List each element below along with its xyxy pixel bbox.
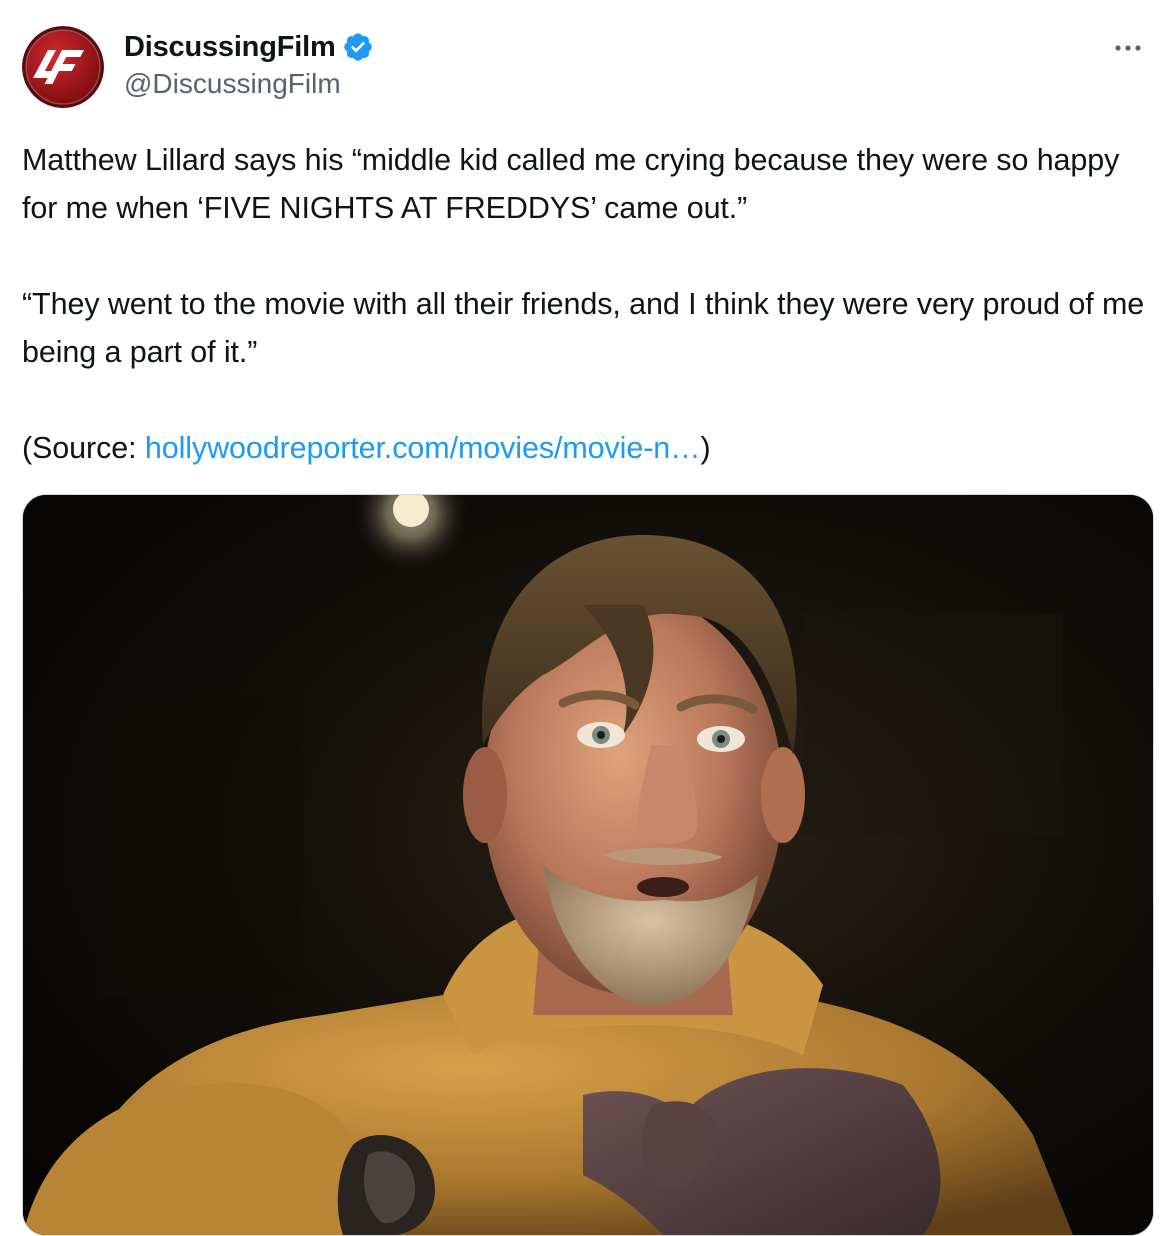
tweet-text: Matthew Lillard says his “middle kid cal… [22,136,1152,472]
tweet-source-line: (Source: hollywoodreporter.com/movies/mo… [22,424,1152,472]
photo-image [23,495,1153,1235]
author-names: DiscussingFilm @DiscussingFilm [124,28,374,100]
tweet-paragraph-2: “They went to the movie with all their f… [22,287,1145,369]
display-name[interactable]: DiscussingFilm [124,31,336,64]
verified-badge-icon [342,31,374,63]
source-suffix: ) [700,431,711,465]
display-name-row: DiscussingFilm [124,28,374,66]
tweet-paragraph-1: Matthew Lillard says his “middle kid cal… [22,143,1120,225]
tweet-photo[interactable] [22,494,1154,1236]
handle[interactable]: @DiscussingFilm [124,68,374,100]
tweet-card: DiscussingFilm @DiscussingFilm Matthew L… [0,0,1172,1236]
source-prefix: (Source: [22,431,145,465]
source-link[interactable]: hollywoodreporter.com/movies/movie-n… [145,431,701,465]
more-options-icon[interactable] [1108,28,1148,68]
df-logo-icon [22,26,104,108]
avatar[interactable] [22,26,104,108]
